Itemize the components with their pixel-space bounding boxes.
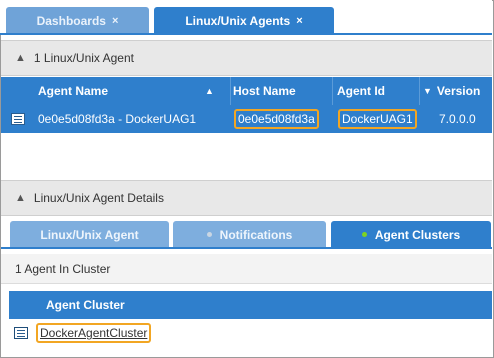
agent-id-value: DockerUAG1	[338, 109, 417, 129]
column-version[interactable]: ▼ Version	[423, 77, 493, 105]
column-version-label: Version	[436, 84, 481, 98]
status-dot-icon	[206, 232, 212, 237]
version-cell: 7.0.0.0	[439, 112, 476, 126]
agents-section-title: 1 Linux/Unix Agent	[33, 51, 134, 65]
column-separator	[230, 77, 231, 105]
host-name-cell: 0e0e5d08fd3a	[234, 105, 319, 133]
cluster-grid-header: Agent Cluster	[9, 291, 492, 319]
column-host-name-label: Host Name	[233, 84, 296, 98]
details-section-title: Linux/Unix Agent Details	[33, 191, 164, 205]
agents-section-header[interactable]: ▲ 1 Linux/Unix Agent	[1, 40, 492, 76]
column-agent-name[interactable]: Agent Name	[38, 77, 230, 105]
details-tab-bar: Linux/Unix Agent Notifications Agent Clu…	[1, 217, 492, 248]
column-separator	[419, 77, 420, 105]
column-host-name[interactable]: Host Name	[233, 77, 333, 105]
sort-ascending-icon[interactable]: ▲	[205, 77, 214, 105]
row-detail-icon[interactable]	[11, 105, 27, 133]
agent-id-cell: DockerUAG1	[338, 105, 417, 133]
tab-dashboards[interactable]: Dashboards ×	[6, 7, 149, 34]
column-agent-cluster[interactable]: Agent Cluster	[46, 298, 125, 312]
tab-linux-unix-agent-label: Linux/Unix Agent	[40, 227, 139, 242]
tab-notifications-label: Notifications	[219, 227, 293, 242]
details-section-header[interactable]: ▲ Linux/Unix Agent Details	[1, 180, 492, 216]
agent-cluster-link[interactable]: DockerAgentCluster	[40, 326, 147, 340]
tab-dashboards-label: Dashboards	[36, 13, 106, 28]
column-agent-id-label: Agent Id	[337, 84, 385, 98]
table-row[interactable]: 0e0e5d08fd3a - DockerUAG1 0e0e5d08fd3a D…	[1, 105, 492, 133]
details-tab-divider	[1, 247, 492, 249]
row-detail-icon[interactable]	[14, 327, 28, 339]
cluster-link-highlight: DockerAgentCluster	[36, 323, 152, 343]
close-icon[interactable]: ×	[112, 15, 118, 27]
agents-grid-header: Agent Name ▲ Host Name Agent Id ▼ Versio…	[1, 77, 492, 105]
tab-agent-clusters[interactable]: Agent Clusters	[331, 221, 491, 248]
tab-agent-clusters-label: Agent Clusters	[374, 227, 461, 242]
column-agent-id[interactable]: Agent Id	[337, 77, 419, 105]
close-icon[interactable]: ×	[296, 15, 302, 27]
tab-linux-unix-agents[interactable]: Linux/Unix Agents ×	[154, 7, 334, 34]
tab-notifications[interactable]: Notifications	[173, 221, 326, 248]
collapse-caret-icon[interactable]: ▲	[15, 192, 26, 204]
host-name-value: 0e0e5d08fd3a	[234, 109, 319, 129]
filter-dropdown-icon[interactable]: ▼	[423, 86, 432, 96]
tab-strip-divider	[0, 33, 492, 35]
column-agent-name-label: Agent Name	[38, 84, 109, 98]
list-item[interactable]: DockerAgentCluster	[9, 319, 492, 347]
agent-name-cell: 0e0e5d08fd3a - DockerUAG1	[38, 112, 197, 126]
status-dot-icon	[361, 232, 367, 237]
tab-linux-unix-agent[interactable]: Linux/Unix Agent	[10, 221, 169, 248]
collapse-caret-icon[interactable]: ▲	[15, 52, 26, 64]
cluster-count-text: 1 Agent In Cluster	[1, 254, 492, 284]
top-tab-bar: Dashboards × Linux/Unix Agents ×	[0, 0, 492, 35]
tab-linux-unix-agents-label: Linux/Unix Agents	[185, 13, 291, 28]
column-separator	[332, 77, 333, 105]
